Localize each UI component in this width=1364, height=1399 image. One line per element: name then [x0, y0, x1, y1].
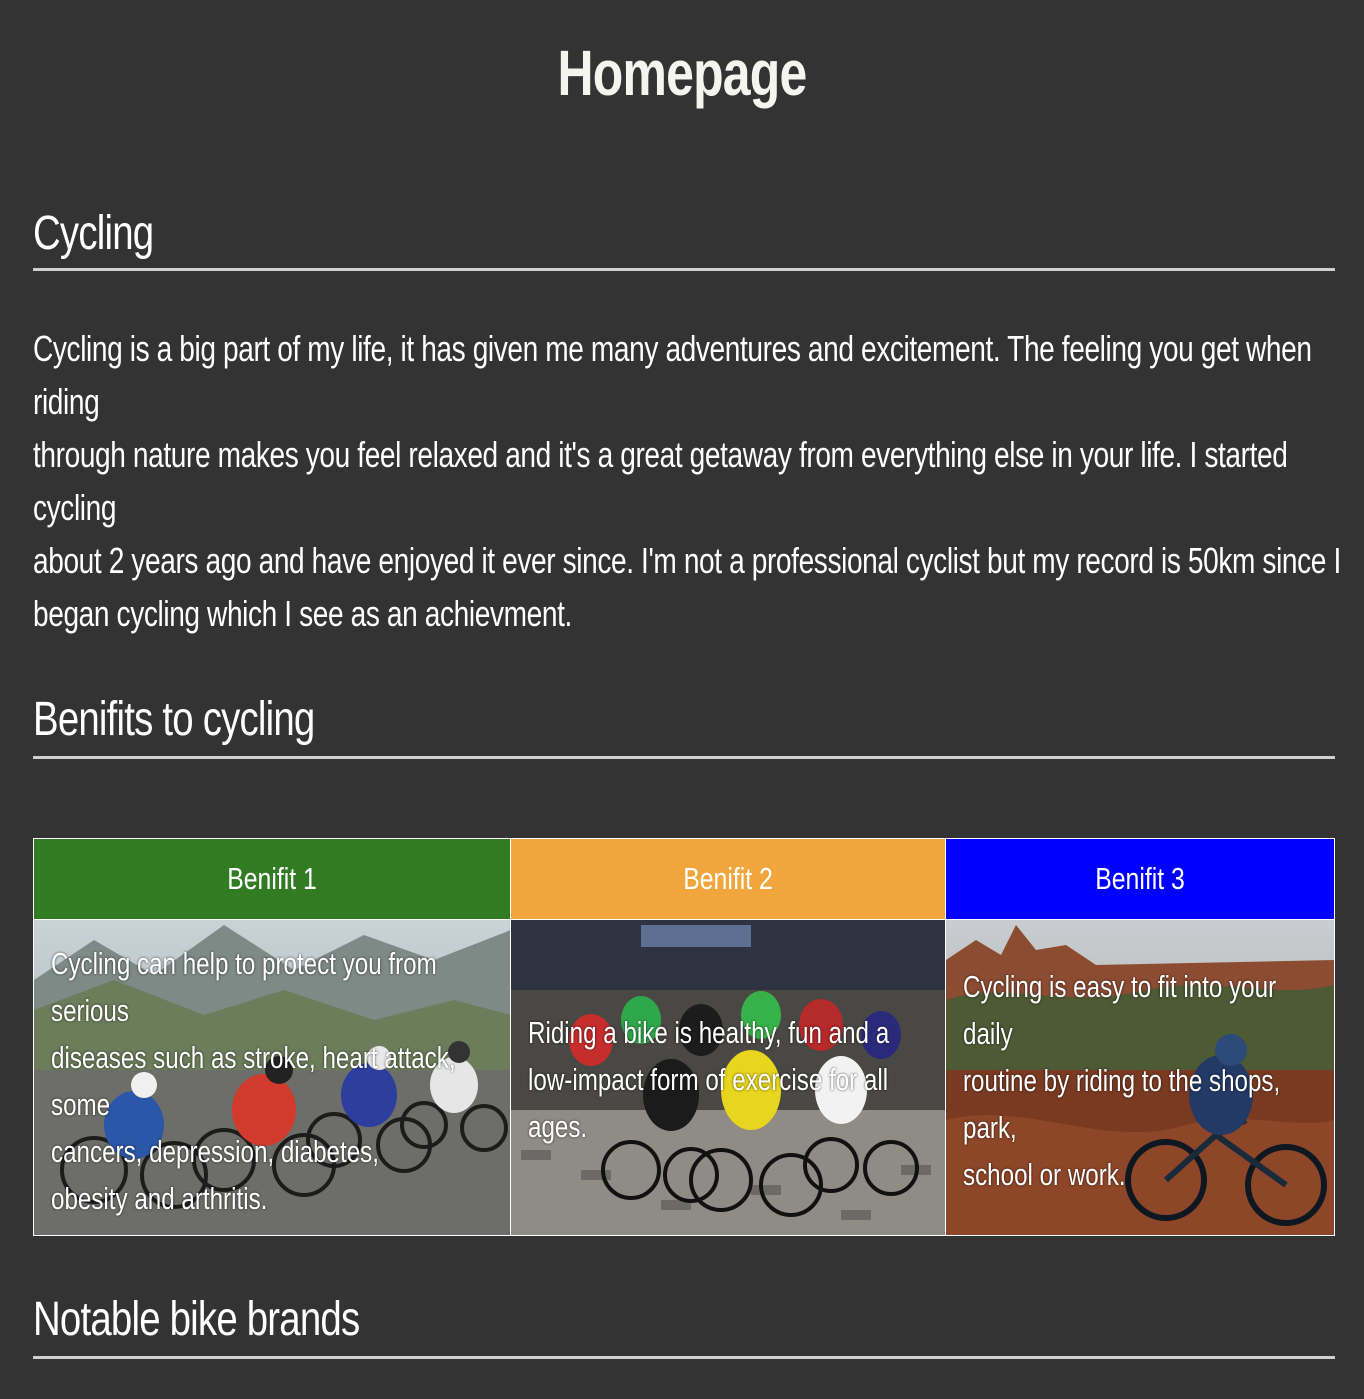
benefit-text-line: serious — [51, 993, 129, 1028]
intro-line: about 2 years ago and have enjoyed it ev… — [33, 540, 1341, 581]
benefit-header-2: Benifit 2 — [511, 839, 946, 920]
benefit-header-label: Benifit 3 — [1095, 861, 1185, 896]
benefit-text-line: cancers, depression, diabetes, — [51, 1134, 379, 1169]
benefit-text-line: diseases such as stroke, heart attack, — [51, 1040, 456, 1075]
benefit-text-2: Riding a bike is healthy, fun and a low-… — [528, 1009, 939, 1150]
benefit-text-line: park, — [963, 1110, 1017, 1145]
intro-line: cycling — [33, 487, 117, 528]
section-heading-brands-text: Notable bike brands — [33, 1293, 360, 1346]
section-heading-cycling: Cycling — [33, 210, 1335, 271]
benefit-text-line: low-impact form of exercise for all — [528, 1062, 889, 1097]
benefit-header-label: Benifit 1 — [227, 861, 317, 896]
section-heading-benefits-text: Benifits to cycling — [33, 693, 315, 746]
intro-line: Cycling is a big part of my life, it has… — [33, 328, 1312, 369]
benefits-table: Benifit 1 Benifit 2 Benifit 3 Cycling ca… — [33, 838, 1335, 1236]
benefit-text-1: Cycling can help to protect you from ser… — [51, 940, 504, 1222]
intro-line: riding — [33, 381, 100, 422]
benefit-header-1: Benifit 1 — [34, 839, 511, 920]
benefit-text-line: school or work. — [963, 1157, 1126, 1192]
intro-line: through nature makes you feel relaxed an… — [33, 434, 1288, 475]
benefit-text-line: Cycling can help to protect you from — [51, 946, 437, 981]
section-heading-brands: Notable bike brands — [33, 1296, 1335, 1359]
page-title: Homepage — [557, 37, 808, 109]
benefit-text-line: obesity and arthritis. — [51, 1181, 268, 1216]
section-heading-cycling-text: Cycling — [33, 207, 154, 260]
benefit-cell-2: Riding a bike is healthy, fun and a low-… — [511, 920, 946, 1235]
benefit-text-line: daily — [963, 1016, 1013, 1051]
benefit-text-line: some — [51, 1087, 111, 1122]
benefit-text-line: Cycling is easy to fit into your — [963, 969, 1277, 1004]
benefit-text-line: routine by riding to the shops, — [963, 1063, 1281, 1098]
benefit-cell-3: Cycling is easy to fit into your daily r… — [946, 920, 1334, 1235]
cycling-intro-paragraph: Cycling is a big part of my life, it has… — [33, 322, 1341, 640]
intro-line: began cycling which I see as an achievme… — [33, 593, 572, 634]
section-heading-benefits: Benifits to cycling — [33, 696, 1335, 759]
benefit-text-3: Cycling is easy to fit into your daily r… — [963, 963, 1328, 1198]
benefit-cell-1: Cycling can help to protect you from ser… — [34, 920, 511, 1235]
benefit-text-line: ages. — [528, 1109, 588, 1144]
benefit-header-3: Benifit 3 — [946, 839, 1334, 920]
page: Homepage Cycling Cycling is a big part o… — [0, 0, 1364, 1399]
benefit-text-line: Riding a bike is healthy, fun and a — [528, 1015, 890, 1050]
benefit-header-label: Benifit 2 — [683, 861, 773, 896]
